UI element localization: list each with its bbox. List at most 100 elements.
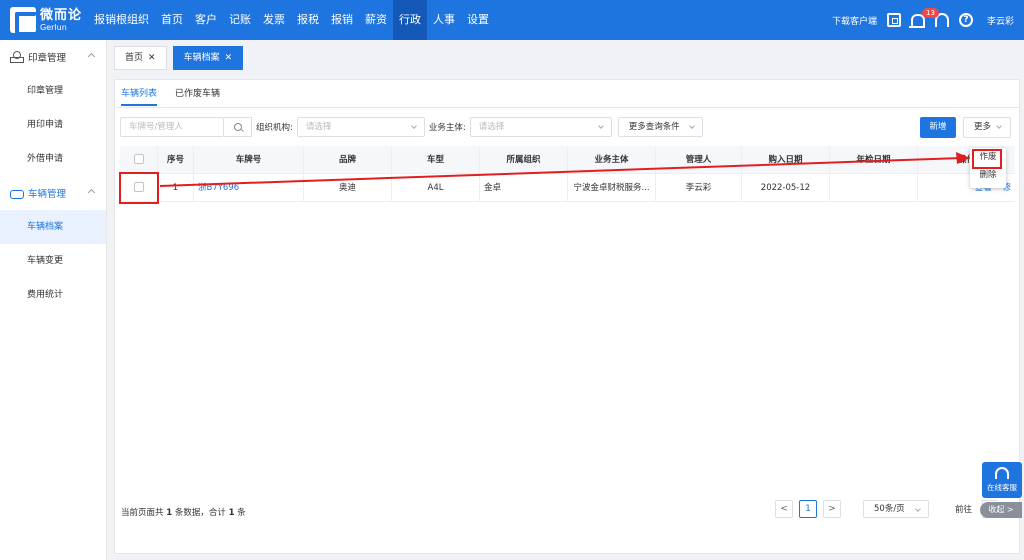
tab-label: 车辆档案 [183,53,220,63]
chevron-down-icon [996,123,1002,129]
nav-home[interactable]: 首页 [155,0,189,40]
summary-prefix: 当前页面共 [121,508,164,518]
scan-icon[interactable] [886,13,901,27]
cell-purchase-date: 2022-05-12 [742,173,830,202]
header-checkbox-cell [120,145,158,174]
header-inspection-date: 年检日期 [830,145,918,174]
goto-label: 前往 [955,505,973,515]
nav-org[interactable]: 报销根组织 [88,0,155,40]
logo-icon [10,7,39,36]
search-icon[interactable] [224,117,252,137]
select-all-checkbox[interactable] [133,154,144,164]
page-size-label: 50条/页 [874,504,905,514]
cell-index: 1 [158,173,194,202]
nav-reimburse[interactable]: 报销 [325,0,359,40]
logo-en: Gerlun [40,22,67,32]
chevron-up-icon [87,52,96,61]
sidebar-group-seal[interactable]: 印章管理 [0,40,106,74]
logo-name: 微而论 [40,7,83,23]
sidebar-item-seal-manage[interactable]: 印章管理 [0,74,106,108]
prev-page-button[interactable]: < [775,500,793,518]
tab-voided-vehicles[interactable]: 已作废车辆 [175,86,220,106]
chevron-down-icon [411,123,417,129]
nav-tax[interactable]: 报税 [291,0,325,40]
table-header: 序号 车牌号 品牌 车型 所属组织 业务主体 管理人 购入日期 年检日期 操作 [120,145,1015,174]
close-icon[interactable]: ✕ [225,47,233,69]
user-name[interactable]: 李云彩 [987,14,1014,27]
logo: 微而论 Gerlun [0,7,88,36]
tab-vehicle-list[interactable]: 车辆列表 [121,86,158,106]
car-icon [10,187,24,199]
pagination: < 1 > 50条/页 前往 [775,500,999,518]
sidebar-item-lend-apply[interactable]: 外借申请 [0,142,106,176]
nav-customer[interactable]: 客户 [189,0,223,40]
tab-home[interactable]: 首页 ✕ [114,46,167,70]
sub-tabs: 车辆列表 已作废车辆 [121,86,220,106]
header-purchase-date: 购入日期 [742,145,830,174]
entity-select[interactable]: 请选择 [469,117,612,137]
vehicle-table: 序号 车牌号 品牌 车型 所属组织 业务主体 管理人 购入日期 年检日期 操作 … [120,145,1015,202]
online-service-label: 在线客服 [987,483,1017,492]
summary-total: 1 [228,508,235,518]
more-conditions-button[interactable]: 更多查询条件 [617,117,703,137]
chevron-up-icon [87,188,96,197]
page-size-select[interactable]: 50条/页 [863,500,929,518]
more-conditions-label: 更多查询条件 [628,122,680,132]
annotation-highlight-void [972,149,1002,169]
main-nav: 报销根组织 首页 客户 记账 发票 报税 报销 薪资 行政 人事 设置 [88,0,495,40]
sidebar-item-vehicle-change[interactable]: 车辆变更 [0,244,106,278]
more-button[interactable]: 更多 [963,117,1011,138]
sidebar-item-vehicle-archive[interactable]: 车辆档案 [0,210,106,244]
nav-invoice[interactable]: 发票 [257,0,291,40]
next-page-button[interactable]: > [823,500,841,518]
nav-settings[interactable]: 设置 [461,0,495,40]
page-tabs: 首页 ✕ 车辆档案 ✕ [108,40,1024,76]
cell-plate-link[interactable]: 浙B7Y696 [194,173,304,202]
header-org: 所属组织 [480,145,568,174]
sidebar-group-vehicle[interactable]: 车辆管理 [0,176,106,210]
sidebar-group-label: 车辆管理 [28,189,67,200]
filter-bar: 车牌号/管理人 组织机构: 请选择 业务主体: 请选择 更多查询条件 [120,117,703,137]
chevron-down-icon [915,506,921,512]
online-service-button[interactable]: 在线客服 [982,462,1022,498]
help-icon[interactable]: ? [958,13,973,27]
sidebar-group-label: 印章管理 [28,53,67,64]
annotation-highlight-checkbox [119,172,159,204]
main-panel: 车辆列表 已作废车辆 车牌号/管理人 组织机构: 请选择 业务主体: 请选择 更… [114,79,1020,554]
cell-inspection-date [830,173,918,202]
header-plate: 车牌号 [194,145,304,174]
collapse-button[interactable]: 收起 > [980,502,1022,518]
nav-bookkeeping[interactable]: 记账 [223,0,257,40]
sidebar-item-seal-apply[interactable]: 用印申请 [0,108,106,142]
summary-mid: 条数据，合计 [174,508,226,518]
chevron-down-icon [688,123,695,129]
cell-model: A4L [392,173,480,202]
page-1-button[interactable]: 1 [799,500,817,518]
nav-salary[interactable]: 薪资 [359,0,393,40]
org-label: 组织机构: [256,123,293,133]
cell-org: 金卓 [480,173,568,202]
header-brand: 品牌 [304,145,392,174]
header-index: 序号 [158,145,194,174]
cell-brand: 奥迪 [304,173,392,202]
plate-search-input[interactable]: 车牌号/管理人 [120,117,224,137]
headset-icon [995,467,1009,479]
header-manager: 管理人 [656,145,742,174]
nav-hr[interactable]: 人事 [427,0,461,40]
add-vehicle-button[interactable]: 新增 [920,117,956,138]
entity-placeholder: 请选择 [478,122,505,132]
nav-admin[interactable]: 行政 [393,0,427,40]
close-icon[interactable]: ✕ [148,47,156,69]
header-model: 车型 [392,145,480,174]
header-entity: 业务主体 [568,145,656,174]
divider [115,107,1019,108]
sidebar-item-cost-stats[interactable]: 费用统计 [0,278,106,312]
tab-vehicle-archive[interactable]: 车辆档案 ✕ [172,46,244,70]
download-client-link[interactable]: 下载客户端 [832,14,877,27]
tab-label: 首页 [125,53,144,63]
cell-manager: 李云彩 [656,173,742,202]
summary-count: 1 [166,508,173,518]
notification-badge: 13 [922,8,939,18]
org-select[interactable]: 请选择 [296,117,425,137]
more-label: 更多 [974,122,992,132]
